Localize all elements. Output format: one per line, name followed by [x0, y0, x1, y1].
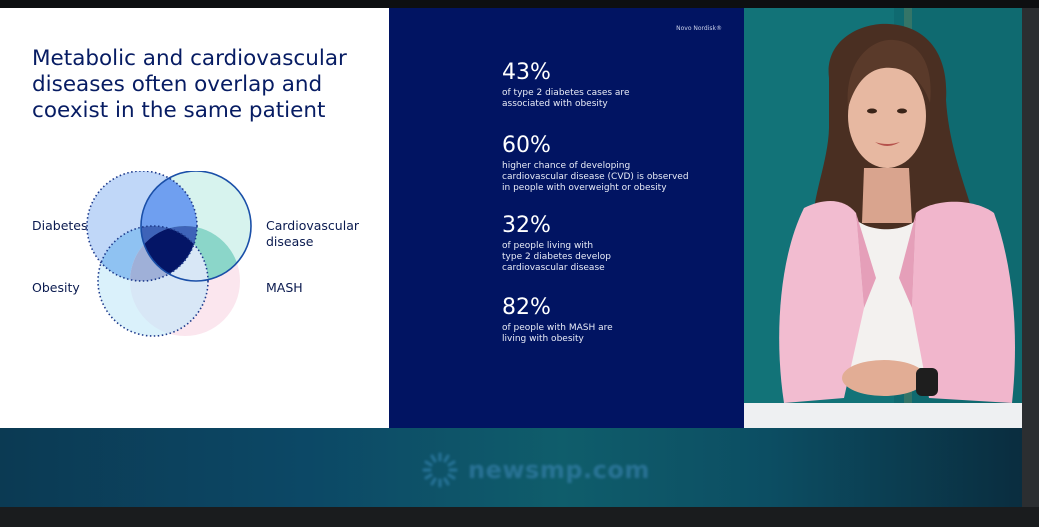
sunburst-logo-icon	[422, 452, 458, 488]
slide-title: Metabolic and cardiovascular diseases of…	[32, 46, 347, 123]
slide-stats-panel: Novo Nordisk® 43% of type 2 diabetes cas…	[389, 8, 744, 428]
presenter-video	[744, 8, 1022, 428]
venn-label-diabetes: Diabetes	[32, 218, 88, 233]
venn-label-cardiovascular: Cardiovascular disease	[266, 218, 359, 249]
bottom-edge-bar	[0, 507, 1039, 527]
stat-value: 32%	[502, 213, 551, 238]
stat-description: of type 2 diabetes cases are associated …	[502, 88, 630, 109]
stat-block: 82% of people with MASH are living with …	[502, 295, 722, 345]
venn-label-mash: MASH	[266, 280, 303, 295]
watermark: newsmp.com	[420, 450, 650, 490]
bottom-strip: newsmp.com	[0, 428, 1022, 508]
brand-label: Novo Nordisk®	[676, 25, 722, 32]
venn-label-obesity: Obesity	[32, 280, 80, 295]
stat-block: 32% of people living with type 2 diabete…	[502, 213, 722, 274]
stat-description: higher chance of developing cardiovascul…	[502, 161, 689, 193]
stat-block: 43% of type 2 diabetes cases are associa…	[502, 60, 722, 110]
stat-value: 43%	[502, 60, 551, 85]
stat-value: 60%	[502, 133, 551, 158]
right-edge-bar	[1022, 8, 1039, 508]
venn-diagram	[86, 171, 252, 337]
stat-value: 82%	[502, 295, 551, 320]
top-bar	[0, 0, 1039, 8]
presenter-illustration	[744, 8, 1022, 428]
watermark-text: newsmp.com	[468, 456, 650, 484]
stat-description: of people with MASH are living with obes…	[502, 323, 613, 344]
stat-block: 60% higher chance of developing cardiova…	[502, 133, 722, 194]
stat-description: of people living with type 2 diabetes de…	[502, 241, 611, 273]
slide-left-panel: Metabolic and cardiovascular diseases of…	[0, 8, 389, 428]
